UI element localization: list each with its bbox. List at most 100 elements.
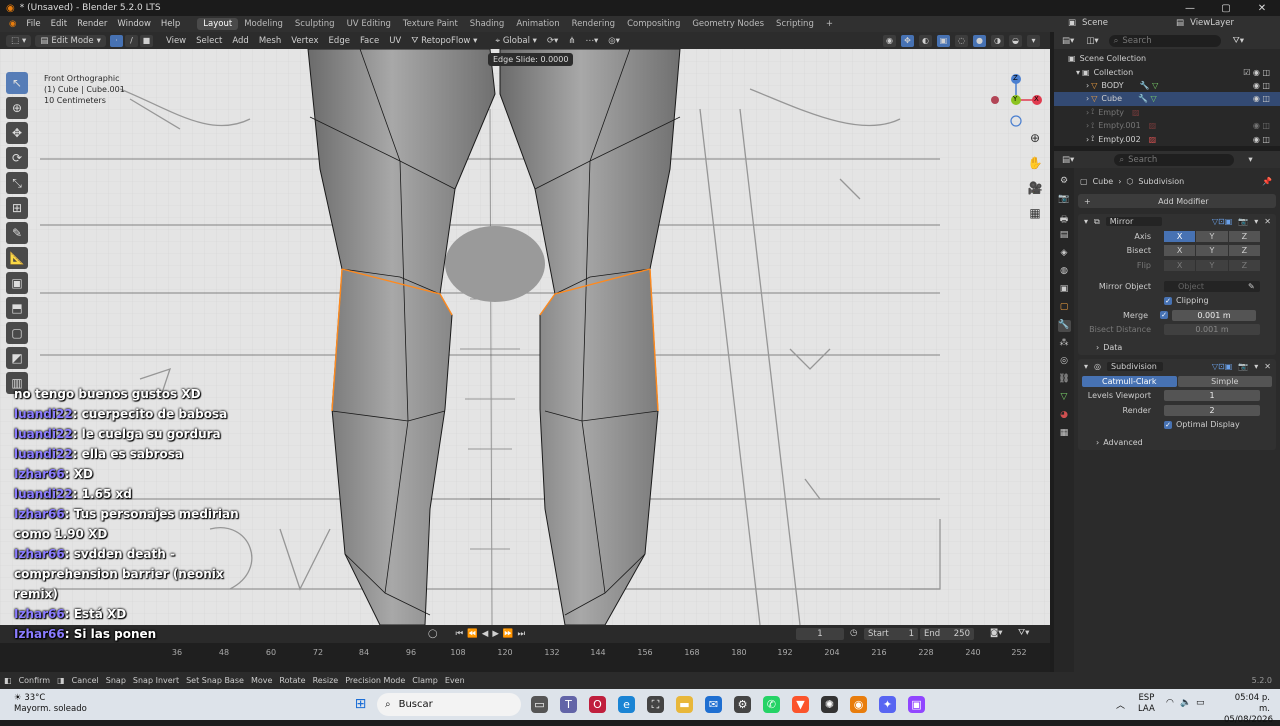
tab-sculpting[interactable]: Sculpting [289,18,341,30]
subdivision-modifier-header[interactable]: ▾ ◎ Subdivision ▽⊡▣ 📷 ▾ ✕ [1078,359,1276,374]
collection-tab-icon[interactable]: ▣ [1058,284,1071,296]
render-levels-field[interactable]: 2 [1164,404,1260,416]
timeline-filter-icon[interactable]: ⛛▾ [1018,628,1029,638]
chevron-down-icon[interactable]: ▾ [1084,217,1088,226]
play-reverse-icon[interactable]: ◀ [482,629,493,639]
visibility-icon[interactable]: ◉ [883,34,896,47]
camera-render-icon[interactable]: 📷 [1238,217,1248,226]
scale-tool-icon[interactable]: ⤡ [6,172,28,194]
chevron-right-icon[interactable]: › [1086,108,1089,117]
opera-icon[interactable]: O [589,696,606,713]
physics-tab-icon[interactable]: ◎ [1058,356,1071,368]
proportional-edit-icon[interactable]: ◎▾ [603,36,625,46]
editmode-toggle-icon[interactable]: ▽⊡▣ [1212,362,1232,371]
tab-animation[interactable]: Animation [510,18,565,30]
start-field[interactable]: Start 1 [864,628,918,640]
properties-editor-icon[interactable]: ▤▾ [1062,155,1074,165]
task-view-icon[interactable]: ▭ [531,696,548,713]
measure-tool-icon[interactable]: 📐 [6,247,28,269]
outliner-row-body[interactable]: › ▽ BODY 🔧 ▽ ◉ ◫ [1054,79,1280,92]
settings-icon[interactable]: ⚙ [734,696,751,713]
menu-vertex[interactable]: Vertex [286,36,323,46]
extrude-tool-icon[interactable]: ⬒ [6,297,28,319]
minimize-icon[interactable]: — [1172,3,1208,14]
editmode-toggle-icon[interactable]: ▽⊡▣ [1212,217,1232,226]
bisect-z-toggle[interactable]: Z [1228,245,1260,257]
pan-hand-icon[interactable]: ✋ [1027,156,1043,172]
outliner-editor-icon[interactable]: ▤▾ [1062,36,1074,46]
play-icon[interactable]: ▶ [492,629,503,639]
wifi-icon[interactable]: ◠ [1166,698,1174,708]
discord-icon[interactable]: ✦ [879,696,896,713]
object-tab-icon[interactable]: ▢ [1058,302,1071,314]
add-cube-tool-icon[interactable]: ▣ [6,272,28,294]
visibility-toggles[interactable]: ◉ ◫ [1253,94,1270,103]
volume-icon[interactable]: 🔈 [1180,698,1191,708]
snap-settings[interactable]: ⋯▾ [580,36,603,46]
tab-shading[interactable]: Shading [464,18,511,30]
outliner-row-scene-collection[interactable]: ▣ Scene Collection [1054,52,1280,65]
system-clock[interactable]: 05:04 p. m. 05/08/2026 [1224,693,1273,726]
material-shading-icon[interactable]: ◑ [991,34,1004,47]
battery-icon[interactable]: ▭ [1196,698,1205,708]
material-tab-icon[interactable]: ◕ [1058,410,1071,422]
perspective-grid-icon[interactable]: ▦ [1027,206,1043,222]
menu-view[interactable]: View [161,36,191,46]
catmull-clark-tab[interactable]: Catmull-Clark [1082,375,1177,387]
outliner-row-empty[interactable]: › ⟟ Empty ▨ [1054,106,1280,119]
optimal-display-checkbox[interactable]: ✓ [1164,421,1172,430]
menu-add[interactable]: Add [227,36,253,46]
chevron-right-icon[interactable]: › [1086,135,1089,144]
mirror-name-field[interactable]: Mirror [1105,217,1162,226]
visibility-toggles[interactable]: ◉ ◫ [1253,81,1270,90]
axis-z-toggle[interactable]: Z [1228,230,1260,242]
output-tab-icon[interactable]: 🖶 [1058,212,1071,225]
clipping-checkbox[interactable]: ✓ [1164,297,1172,306]
mirror-object-field[interactable]: Object [1164,280,1260,292]
bisect-x-toggle[interactable]: X [1164,245,1196,257]
tab-rendering[interactable]: Rendering [566,18,621,30]
menu-uv[interactable]: UV [384,36,406,46]
teams-icon[interactable]: T [560,696,577,713]
close-icon[interactable]: ✕ [1244,3,1280,14]
snap-toggle[interactable]: ⋔ [563,36,580,46]
zoom-icon[interactable]: ⊕ [1027,131,1043,147]
data-tab-icon[interactable]: ▽ [1058,392,1071,404]
transform-tool-icon[interactable]: ⊞ [6,197,28,219]
close-icon[interactable]: ✕ [1264,217,1271,226]
menu-edge[interactable]: Edge [324,36,355,46]
scene-selector[interactable]: Scene [1082,18,1142,28]
close-icon[interactable]: ✕ [1264,362,1271,371]
visibility-toggles[interactable]: ◉ ◫ [1253,135,1270,144]
twitch-icon[interactable]: ▣ [908,696,925,713]
language-indicator[interactable]: ESP LAA [1138,693,1155,715]
annotate-tool-icon[interactable]: ✎ [6,222,28,244]
orientation-selector[interactable]: ⌖ Global ▾ [490,36,542,46]
current-frame-field[interactable]: 1 [796,628,844,640]
visibility-toggles[interactable]: ◉ ◫ [1253,121,1270,130]
menu-select[interactable]: Select [191,36,227,46]
weather-widget[interactable]: ☀ 33°C Mayorm. soleado [14,693,87,715]
outliner-display-mode-icon[interactable]: ◫▾ [1086,36,1098,46]
chevron-down-icon[interactable]: ▾ [1076,68,1080,77]
menu-render[interactable]: Render [72,19,112,29]
bevel-tool-icon[interactable]: ◩ [6,347,28,369]
simple-tab[interactable]: Simple [1177,375,1272,387]
chevron-right-icon[interactable]: › [1086,81,1089,90]
outliner-search-field[interactable]: ⌕ Search [1108,34,1221,47]
shading-options-icon[interactable]: ▾ [1027,34,1040,47]
texture-tab-icon[interactable]: ▦ [1058,428,1071,440]
camera-render-icon[interactable]: 📷 [1238,362,1248,371]
tab-geometry-nodes[interactable]: Geometry Nodes [686,18,770,30]
dropdown-icon[interactable]: ▾ [1254,217,1258,226]
add-workspace-button[interactable]: + [820,18,839,30]
blender-menu-icon[interactable]: ◉ [4,19,21,29]
chevron-right-icon[interactable]: › [1086,94,1089,103]
tool-tab-icon[interactable]: ⚙ [1058,176,1071,188]
bisect-y-toggle[interactable]: Y [1196,245,1228,257]
solid-shading-icon[interactable]: ● [973,34,986,47]
tab-texture-paint[interactable]: Texture Paint [397,18,464,30]
jump-end-icon[interactable]: ⏭ [517,629,529,639]
axis-x-toggle[interactable]: X [1164,230,1196,242]
options-icon[interactable]: ▾ [1248,155,1252,165]
